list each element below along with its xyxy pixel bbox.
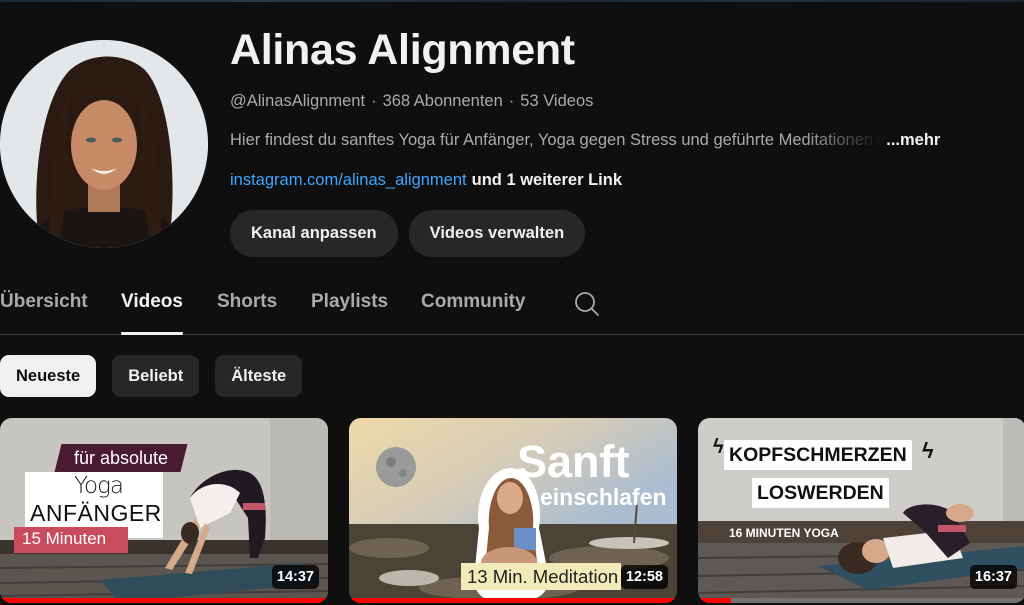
search-icon[interactable] xyxy=(573,290,601,318)
tab-playlists[interactable]: Playlists xyxy=(311,291,388,335)
video-duration: 12:58 xyxy=(620,565,668,589)
sort-chips: Neueste Beliebt Älteste xyxy=(0,355,303,397)
chip-popular[interactable]: Beliebt xyxy=(112,355,200,397)
thumbnail-text: ANFÄNGER xyxy=(30,500,162,526)
thumbnail-text: Yoga xyxy=(74,473,124,499)
watch-progress-fill xyxy=(0,598,328,603)
video-thumbnail[interactable]: für absolute Yoga ANFÄNGER 15 Minuten 14… xyxy=(0,418,328,603)
customize-channel-button[interactable]: Kanal anpassen xyxy=(230,210,398,257)
channel-meta: @AlinasAlignment · 368 Abonnenten · 53 Video… xyxy=(230,92,593,111)
video-thumbnail[interactable]: Sanft einschlafen 13 Min. Meditation 12:… xyxy=(349,418,677,603)
watch-progress-bar xyxy=(349,598,677,603)
description-more-link[interactable]: ...mehr xyxy=(886,131,940,150)
thumbnail-text: Sanft xyxy=(517,436,630,487)
meta-separator: · xyxy=(508,92,515,110)
avatar-image xyxy=(0,40,208,248)
watch-progress-bar xyxy=(698,598,1024,603)
channel-avatar[interactable] xyxy=(0,40,208,248)
channel-tabs: Übersicht Videos Shorts Playlists Commun… xyxy=(0,278,1024,335)
header-buttons: Kanal anpassen Videos verwalten xyxy=(230,210,586,257)
channel-title: Alinas Alignment xyxy=(230,26,575,74)
thumbnail-text: 16 MINUTEN YOGA xyxy=(729,526,839,540)
video-thumbnail[interactable]: ϟ KOPFSCHMERZEN ϟ LOSWERDEN 16 MINUTEN Y… xyxy=(698,418,1024,603)
thumbnail-text: LOSWERDEN xyxy=(752,478,889,508)
watch-progress-bar xyxy=(0,598,328,603)
thumbnail-text: 15 Minuten xyxy=(22,529,107,548)
channel-links: instagram.com/alinas_alignment und 1 weit… xyxy=(230,171,622,190)
chip-oldest[interactable]: Älteste xyxy=(215,355,303,397)
description-text: Hier findest du sanftes Yoga für Anfänge… xyxy=(230,131,883,149)
tab-community[interactable]: Community xyxy=(421,291,526,335)
watch-progress-fill xyxy=(698,598,731,603)
channel-handle: @AlinasAlignment xyxy=(230,92,366,110)
channel-description[interactable]: Hier findest du sanftes Yoga für Anfänge… xyxy=(230,131,1024,150)
meta-separator: · xyxy=(371,92,377,110)
chip-newest[interactable]: Neueste xyxy=(0,355,97,397)
video-duration: 14:37 xyxy=(271,565,319,589)
watch-progress-fill xyxy=(349,598,677,603)
tab-shorts[interactable]: Shorts xyxy=(217,291,277,335)
thumbnail-text: KOPFSCHMERZEN xyxy=(724,440,912,470)
thumbnail-text: einschlafen xyxy=(540,484,667,510)
thumbnail-text: 13 Min. Meditation xyxy=(461,563,621,590)
instagram-link[interactable]: instagram.com/alinas_alignment xyxy=(230,171,467,189)
subscriber-count: 368 Abonnenten xyxy=(382,92,503,110)
tab-overview[interactable]: Übersicht xyxy=(0,291,88,335)
lightning-icon: ϟ xyxy=(922,438,934,463)
lightning-icon: ϟ xyxy=(713,436,724,458)
manage-videos-button[interactable]: Videos verwalten xyxy=(408,210,586,257)
more-links-button[interactable]: und 1 weiterer Link xyxy=(472,171,622,189)
thumbnail-text: für absolute xyxy=(74,448,169,468)
video-duration: 16:37 xyxy=(969,565,1017,589)
tab-videos[interactable]: Videos xyxy=(121,291,183,335)
video-count: 53 Videos xyxy=(520,92,594,110)
top-border xyxy=(0,0,1024,2)
